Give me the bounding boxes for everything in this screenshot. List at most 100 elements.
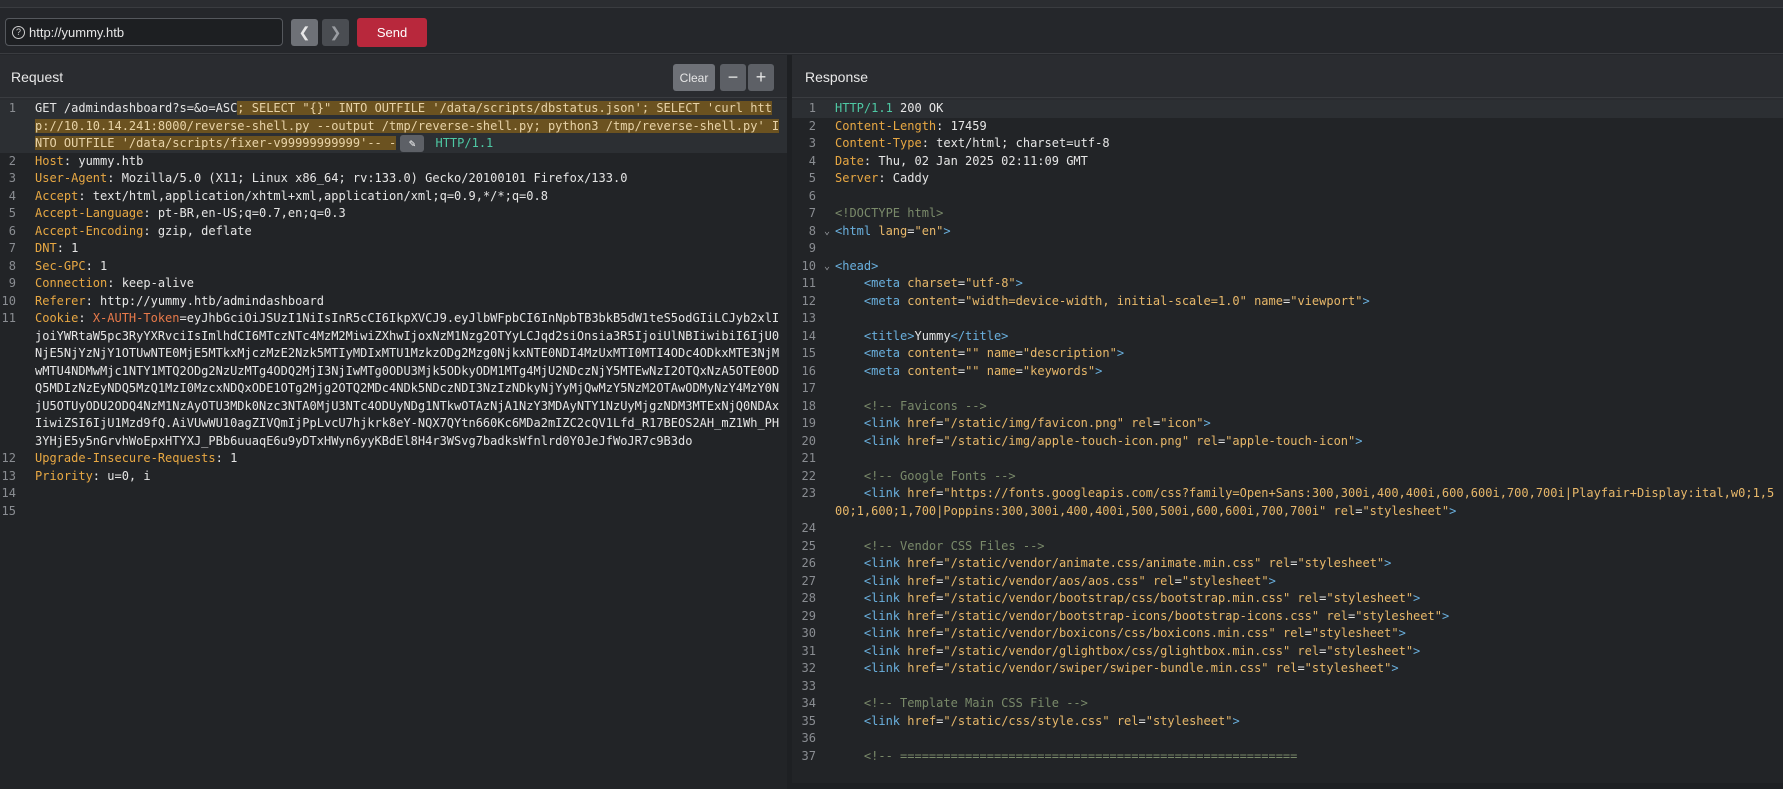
tag-token: <meta [863, 363, 908, 378]
txt-token: = [1174, 573, 1182, 588]
str-token: "en" [914, 223, 944, 238]
cmt-token: <!DOCTYPE html> [835, 206, 944, 220]
txt-token: = [1138, 713, 1146, 728]
attr-token: content [907, 363, 958, 378]
line-content: <link href = "/static/vendor/boxicons/css/… [830, 625, 1783, 643]
line-content: <link href="/static/vendor/animate.css/a… [830, 555, 1783, 573]
line-content: Connection: keep-alive [30, 275, 787, 293]
response-pane: Response 1 HTTP/1.1 200 OK 2 Content-Length… [792, 55, 1783, 789]
line-content: Content-Length: 17459 [830, 118, 1783, 136]
tag-token: > [1391, 661, 1399, 675]
horizontal-scrollbar[interactable] [792, 783, 1783, 789]
line-number: 5 [808, 171, 816, 185]
tag-token: > [1015, 276, 1023, 290]
line-content [830, 188, 1783, 206]
url-value: http://yummy.htb [29, 24, 125, 40]
line-number: 37 [801, 748, 816, 763]
txt-token [835, 486, 864, 500]
attr-token: charset [907, 276, 958, 290]
zoom-out-button[interactable]: − [720, 64, 746, 91]
attr-token: rel [1282, 626, 1305, 640]
line-number: 30 [801, 626, 816, 640]
httpv-token: HTTP/1.1 [835, 101, 901, 115]
str-token: "stylesheet" [1355, 608, 1442, 623]
tag-token: > [1095, 363, 1103, 378]
txt-token [835, 346, 864, 360]
line-content: <!-- Vendor CSS Files --> [830, 538, 1783, 556]
request-title: Request [11, 69, 64, 85]
response-line: 9 [792, 240, 1783, 258]
txt-token [835, 609, 864, 623]
send-button[interactable]: Send [357, 18, 427, 47]
line-content: Content-Type: text/html; charset=utf-8 [830, 135, 1783, 153]
fold-chevron-icon[interactable]: ⌄ [824, 258, 830, 276]
line-number: 12 [1, 451, 16, 465]
txt-token: = [957, 276, 966, 290]
line-number: 21 [801, 451, 816, 465]
line-content: <link href="/static/vendor/bootstrap/css… [830, 590, 1783, 608]
response-header: Response [792, 55, 1783, 98]
txt-token [835, 416, 864, 430]
response-line: 22 <!-- Google Fonts --> [792, 468, 1783, 486]
tag-token: <head> [835, 258, 879, 273]
chevron-right-icon: ❯ [329, 24, 342, 40]
line-content: <!-- Template Main CSS File --> [830, 695, 1783, 713]
line-number: 6 [808, 188, 816, 203]
tag-token: > [1203, 416, 1211, 430]
txt-token [835, 661, 864, 675]
toolbar: ? http://yummy.htb ❮ ❯ Send [0, 8, 1783, 54]
url-input[interactable]: ? http://yummy.htb [5, 18, 283, 46]
txt-token [835, 399, 864, 413]
request-header: Request Clear − + [0, 55, 787, 98]
txt-token [980, 364, 987, 378]
line-number: 10 ⌄ [792, 258, 830, 276]
attr-token: rel [1268, 556, 1291, 570]
header-name: Connection [35, 276, 108, 290]
line-content: GET /admindashboard?s=&o=ASC; SELECT "{}… [30, 100, 787, 153]
txt-token [1110, 714, 1117, 728]
header-value: : Mozilla/5.0 (X11; Linux x86_64; rv:133… [107, 171, 628, 185]
zoom-in-button[interactable]: + [748, 64, 774, 91]
back-button[interactable]: ❮ [291, 19, 318, 46]
attr-token: name [1254, 293, 1283, 308]
str-token: "" [965, 363, 980, 378]
edit-icon[interactable]: ✎ [400, 135, 425, 152]
attr-token: href [907, 608, 937, 623]
response-editor[interactable]: 1 HTTP/1.1 200 OK 2 Content-Length: 17459 3 C… [792, 100, 1783, 789]
line-number: 16 [801, 363, 816, 378]
request-editor[interactable]: 1 GET /admindashboard?s=&o=ASC; SELECT "… [0, 100, 787, 789]
tag-token: <link [863, 591, 908, 605]
response-line: 23 <link href="https://fonts.googleapis.… [792, 485, 1783, 520]
tag-token: > [1384, 556, 1392, 570]
attr-token: href [907, 626, 937, 640]
line-number: 29 [801, 608, 816, 623]
line-content: Accept-Language: pt-BR,en-US;q=0.7,en;q=… [30, 205, 787, 223]
attr-token: name [986, 363, 1016, 378]
fold-chevron-icon[interactable]: ⌄ [824, 223, 830, 241]
line-number: 7 [808, 206, 816, 220]
line-number: 8 ⌄ [792, 223, 830, 241]
clear-button[interactable]: Clear [673, 64, 715, 91]
tag-token: > [1116, 346, 1125, 360]
str-token: "stylesheet" [1311, 626, 1399, 640]
attr-token: href [907, 573, 937, 588]
header-value: : text/html,application/xhtml+xml,applic… [78, 188, 548, 203]
txt-token [980, 346, 987, 360]
line-content [830, 450, 1783, 468]
txt-token [835, 696, 864, 710]
line-number: 31 [801, 643, 816, 658]
str-token: "/static/vendor/aos/aos.css" [943, 573, 1146, 588]
forward-button[interactable]: ❯ [322, 19, 349, 46]
line-number: 7 [8, 241, 16, 255]
txt-token [835, 469, 864, 483]
txt-token: = [957, 293, 966, 308]
tag-token: <link [863, 486, 908, 500]
tag-token: <link [863, 608, 908, 623]
attr-token: href [907, 433, 937, 448]
line-content: User-Agent: Mozilla/5.0 (X11; Linux x86_… [30, 170, 787, 188]
hname-token: Date [835, 153, 864, 168]
line-number: 6 [8, 223, 16, 238]
header-value: : 1 [85, 258, 108, 273]
response-line: 5 Server: Caddy [792, 170, 1783, 188]
txt-token [1269, 661, 1276, 675]
